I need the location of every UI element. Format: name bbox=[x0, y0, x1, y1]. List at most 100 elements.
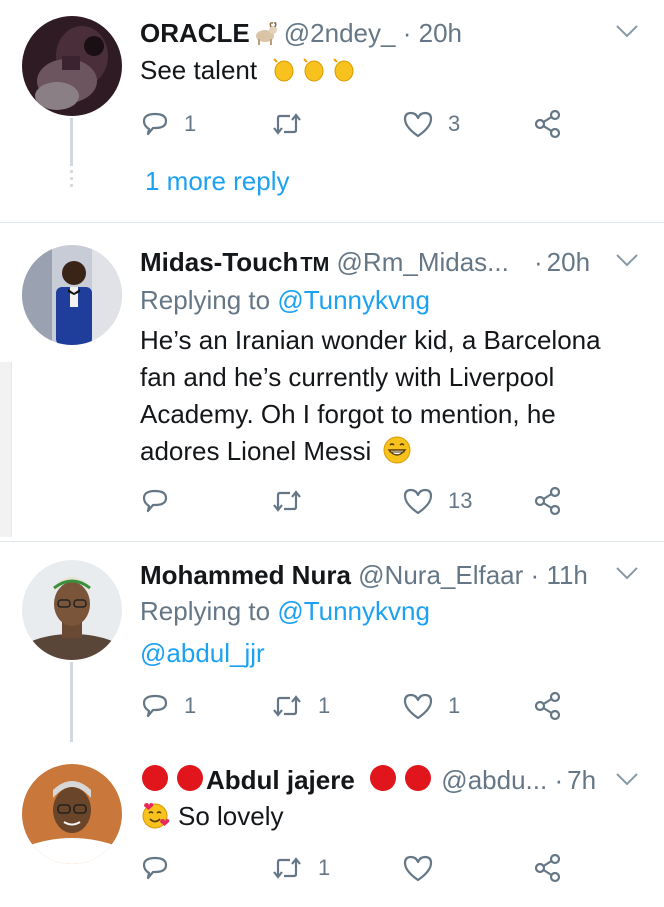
thread-dots bbox=[70, 170, 73, 191]
tweet-header: Midas-Touch TM @Rm_Midas... bbox=[140, 247, 509, 280]
more-replies-link[interactable]: 1 more reply bbox=[145, 166, 290, 197]
handle[interactable]: @Rm_Midas... bbox=[337, 247, 509, 277]
like-button[interactable] bbox=[402, 852, 448, 884]
thread-line bbox=[70, 118, 73, 166]
red-circles-icon bbox=[140, 764, 206, 798]
tweet-time: · 20h bbox=[534, 247, 590, 277]
separator-dot: · bbox=[554, 765, 564, 795]
share-button[interactable] bbox=[532, 485, 564, 517]
chevron-down-icon[interactable] bbox=[614, 564, 640, 582]
avatar[interactable] bbox=[22, 245, 122, 345]
replying-to: Replying to @Tunnykvng bbox=[140, 596, 430, 627]
tweet-text-line: He’s an Iranian wonder kid, a Barcelona bbox=[140, 325, 601, 355]
display-name[interactable]: Abdul jajere bbox=[206, 765, 355, 795]
separator-dot: · bbox=[530, 560, 540, 590]
replying-to-link[interactable]: @Tunnykvng bbox=[277, 596, 430, 626]
tweet-midas-touch[interactable]: Midas-Touch TM @Rm_Midas... · 20h Replying… bbox=[0, 223, 664, 541]
display-name[interactable]: ORACLE bbox=[140, 18, 250, 48]
replying-to-label: Replying to bbox=[140, 596, 271, 626]
share-icon bbox=[534, 486, 561, 516]
retweet-count: 1 bbox=[318, 693, 331, 718]
retweet-button[interactable] bbox=[270, 108, 318, 140]
tweet-actions: 1 3 bbox=[140, 108, 580, 140]
reply-button[interactable]: 1 bbox=[140, 690, 196, 722]
separator-dot: · bbox=[534, 247, 543, 277]
reply-icon bbox=[142, 694, 168, 718]
retweet-button[interactable]: 1 bbox=[270, 690, 330, 722]
avatar[interactable] bbox=[22, 560, 122, 660]
tweet-text: See talent bbox=[140, 52, 640, 93]
mention-link[interactable]: @abdul_jjr bbox=[140, 635, 640, 672]
trademark-badge: TM bbox=[300, 254, 330, 276]
timestamp[interactable]: 20h bbox=[419, 18, 462, 48]
heart-icon bbox=[403, 111, 433, 138]
tweet-actions: 1 bbox=[140, 852, 580, 884]
like-button[interactable]: 1 bbox=[402, 690, 460, 722]
tweet-header: ORACLE @2ndey_ · 20h bbox=[140, 18, 462, 51]
chevron-down-icon[interactable] bbox=[614, 770, 640, 788]
heart-icon bbox=[403, 855, 433, 882]
like-button[interactable]: 3 bbox=[402, 108, 460, 140]
share-icon bbox=[534, 109, 561, 139]
share-icon bbox=[534, 691, 561, 721]
tweet-text-line: adores Lionel Messi bbox=[140, 436, 372, 466]
like-count: 1 bbox=[448, 693, 461, 718]
grinning-face-icon bbox=[382, 435, 412, 475]
tweet-abdul-jajere[interactable]: Abdul jajere @abdu... · 7h So lovely 1 bbox=[0, 742, 664, 907]
reply-icon bbox=[142, 112, 168, 136]
retweet-icon bbox=[273, 857, 301, 879]
replying-to: Replying to @Tunnykvng bbox=[140, 285, 430, 316]
handle[interactable]: @2ndey_ bbox=[284, 18, 396, 48]
tweet-text-line: Academy. Oh I forgot to mention, he bbox=[140, 399, 556, 429]
tweet-mohammed-nura[interactable]: Mohammed Nura @Nura_Elfaar · 11h Replyin… bbox=[0, 542, 664, 742]
retweet-button[interactable] bbox=[270, 485, 318, 517]
chevron-down-icon[interactable] bbox=[614, 251, 640, 269]
smiling-face-with-hearts-icon bbox=[140, 800, 170, 840]
reply-icon bbox=[142, 489, 168, 513]
red-circles-icon bbox=[368, 764, 434, 798]
like-count: 13 bbox=[448, 488, 473, 513]
avatar[interactable] bbox=[22, 764, 122, 864]
replying-to-link[interactable]: @Tunnykvng bbox=[277, 285, 430, 315]
handle[interactable]: @Nura_Elfaar bbox=[358, 560, 523, 590]
tweet-text-line: fan and he’s currently with Liverpool bbox=[140, 362, 555, 392]
timestamp[interactable]: 20h bbox=[547, 247, 590, 277]
like-button[interactable]: 13 bbox=[402, 485, 472, 517]
retweet-icon bbox=[273, 695, 301, 717]
like-count: 3 bbox=[448, 111, 461, 136]
timestamp[interactable]: 11h bbox=[546, 560, 587, 590]
timestamp[interactable]: 7h bbox=[567, 765, 596, 795]
share-button[interactable] bbox=[532, 852, 564, 884]
reply-icon bbox=[142, 856, 168, 880]
replying-to-label: Replying to bbox=[140, 285, 271, 315]
tweet-oracle[interactable]: ORACLE @2ndey_ · 20h See talent 1 3 1 mo… bbox=[0, 0, 664, 222]
tweet-text-content: So lovely bbox=[178, 801, 284, 831]
retweet-icon bbox=[273, 490, 301, 512]
reply-button[interactable] bbox=[140, 852, 184, 884]
share-button[interactable] bbox=[532, 108, 564, 140]
chevron-down-icon[interactable] bbox=[614, 22, 640, 40]
thread-line bbox=[70, 662, 73, 742]
tweet-header: Abdul jajere @abdu... · 7h bbox=[140, 764, 596, 798]
reply-button[interactable]: 1 bbox=[140, 108, 196, 140]
tweet-text: He’s an Iranian wonder kid, a Barcelona … bbox=[140, 322, 640, 475]
goat-icon bbox=[252, 21, 278, 51]
display-name[interactable]: Midas-Touch bbox=[140, 247, 298, 277]
reply-count: 1 bbox=[184, 693, 197, 718]
display-name[interactable]: Mohammed Nura bbox=[140, 560, 351, 590]
tweet-text-content: See talent bbox=[140, 55, 258, 85]
separator-dot: · bbox=[402, 18, 412, 48]
tweet-actions: 13 bbox=[140, 485, 580, 517]
share-button[interactable] bbox=[532, 690, 564, 722]
retweet-count: 1 bbox=[318, 855, 331, 880]
avatar[interactable] bbox=[22, 16, 122, 116]
reply-count: 1 bbox=[184, 111, 197, 136]
handle[interactable]: @abdu... bbox=[441, 765, 547, 795]
retweet-button[interactable]: 1 bbox=[270, 852, 330, 884]
share-icon bbox=[534, 853, 561, 883]
reply-button[interactable] bbox=[140, 485, 184, 517]
tweet-actions: 1 1 1 bbox=[140, 690, 580, 722]
retweet-icon bbox=[273, 113, 301, 135]
heart-icon bbox=[403, 488, 433, 515]
clapping-hands-icon bbox=[270, 55, 360, 93]
